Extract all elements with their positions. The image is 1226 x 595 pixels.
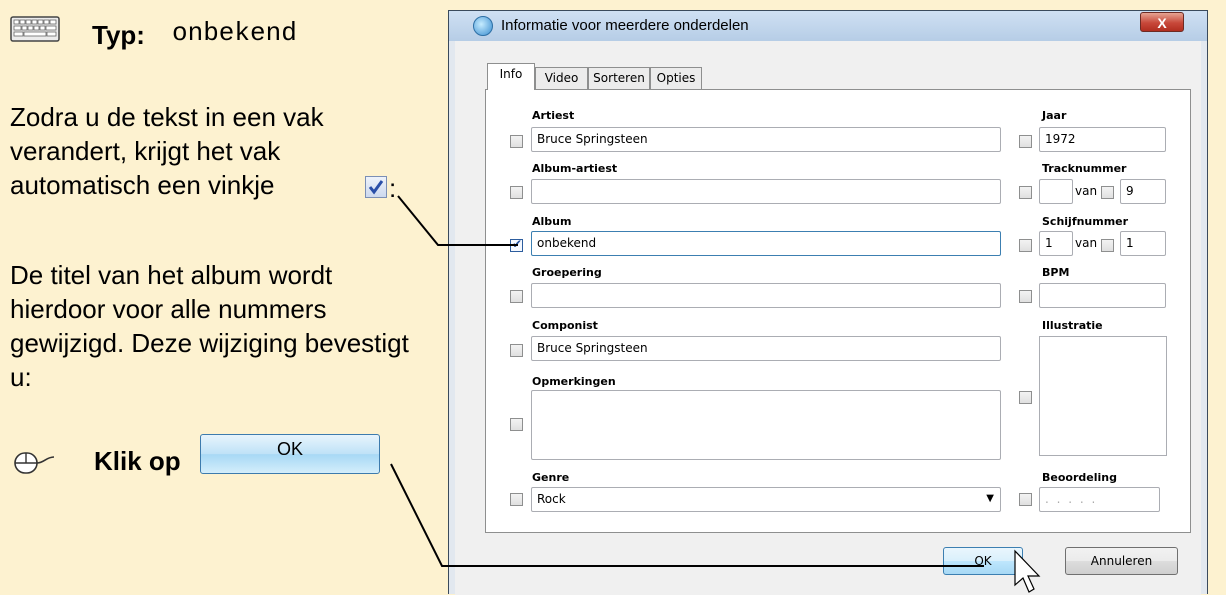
album-label: Album <box>532 215 572 228</box>
bpm-field[interactable] <box>1039 283 1166 308</box>
genre-select[interactable]: Rock ▼ <box>531 487 1001 512</box>
artiest-checkbox[interactable] <box>510 135 523 148</box>
tracknummer-checkbox[interactable] <box>1019 186 1032 199</box>
colon-text: : <box>389 173 397 203</box>
album-artiest-checkbox[interactable] <box>510 186 523 199</box>
schijfnummer-checkbox[interactable] <box>1019 239 1032 252</box>
illustratie-checkbox[interactable] <box>1019 391 1032 404</box>
tracknummer-van-label: van <box>1075 184 1098 198</box>
tracknummer-total-field[interactable]: 9 <box>1120 179 1166 204</box>
opmerkingen-checkbox[interactable] <box>510 418 523 431</box>
tab-video[interactable]: Video <box>535 67 588 89</box>
genre-label: Genre <box>532 471 570 484</box>
album-artiest-field[interactable] <box>531 179 1001 204</box>
beoordeling-checkbox[interactable] <box>1019 493 1032 506</box>
componist-checkbox[interactable] <box>510 344 523 357</box>
keyboard-icon <box>10 16 60 42</box>
artiest-field[interactable]: Bruce Springsteen <box>531 127 1001 152</box>
checkbox-checked-icon <box>365 176 387 198</box>
genre-value: Rock <box>537 492 566 506</box>
genre-checkbox[interactable] <box>510 493 523 506</box>
dialog-window: Informatie voor meerdere onderdelen X In… <box>448 10 1208 595</box>
cancel-button[interactable]: Annuleren <box>1065 547 1178 575</box>
typ-value: onbekend <box>172 18 297 48</box>
opmerkingen-field[interactable] <box>531 390 1001 460</box>
jaar-field[interactable]: 1972 <box>1039 127 1166 152</box>
groepering-label: Groepering <box>532 266 602 279</box>
dialog-client-area: Info Video Sorteren Opties Artiest Bruce… <box>455 41 1201 595</box>
album-artiest-label: Album-artiest <box>532 162 618 175</box>
instruction-paragraph-1: Zodra u de tekst in een vak verandert, k… <box>10 102 324 200</box>
groepering-checkbox[interactable] <box>510 290 523 303</box>
info-tab-panel: Artiest Bruce Springsteen Album-artiest … <box>485 89 1191 533</box>
artwork-box[interactable] <box>1039 336 1167 456</box>
illustratie-label: Illustratie <box>1042 319 1103 332</box>
tab-opties[interactable]: Opties <box>650 67 702 89</box>
ok-button[interactable]: OK <box>943 547 1023 575</box>
beoordeling-label: Beoordeling <box>1042 471 1117 484</box>
schijfnummer-total-checkbox[interactable] <box>1101 239 1114 252</box>
instruction-paragraph-2: De titel van het album wordt hierdoor vo… <box>10 260 409 392</box>
groepering-field[interactable] <box>531 283 1001 308</box>
tab-sorteren[interactable]: Sorteren <box>588 67 650 89</box>
ok-button-illustration: OK <box>200 434 380 474</box>
tab-info[interactable]: Info <box>487 63 535 90</box>
close-button[interactable]: X <box>1140 12 1184 32</box>
album-field[interactable]: onbekend <box>531 231 1001 256</box>
rating-field[interactable]: . . . . . <box>1039 487 1160 512</box>
tracknummer-field[interactable] <box>1039 179 1073 204</box>
jaar-checkbox[interactable] <box>1019 135 1032 148</box>
schijfnummer-van-label: van <box>1075 236 1098 250</box>
bpm-checkbox[interactable] <box>1019 290 1032 303</box>
album-checkbox[interactable] <box>510 237 523 252</box>
chevron-down-icon: ▼ <box>986 493 994 504</box>
title-bar: Informatie voor meerdere onderdelen X <box>449 11 1207 41</box>
mouse-icon <box>14 452 58 474</box>
bpm-label: BPM <box>1042 266 1070 279</box>
klik-op-label: Klik op <box>94 446 181 476</box>
artiest-label: Artiest <box>532 109 575 122</box>
componist-field[interactable]: Bruce Springsteen <box>531 336 1001 361</box>
schijfnummer-total-field[interactable]: 1 <box>1120 231 1166 256</box>
dialog-title: Informatie voor meerdere onderdelen <box>501 17 749 34</box>
itunes-icon <box>473 16 493 36</box>
schijfnummer-field[interactable]: 1 <box>1039 231 1073 256</box>
opmerkingen-label: Opmerkingen <box>532 375 616 388</box>
typ-label: Typ: <box>92 20 145 50</box>
jaar-label: Jaar <box>1042 109 1067 122</box>
componist-label: Componist <box>532 319 598 332</box>
tracknummer-label: Tracknummer <box>1042 162 1127 175</box>
tracknummer-total-checkbox[interactable] <box>1101 186 1114 199</box>
schijfnummer-label: Schijfnummer <box>1042 215 1129 228</box>
